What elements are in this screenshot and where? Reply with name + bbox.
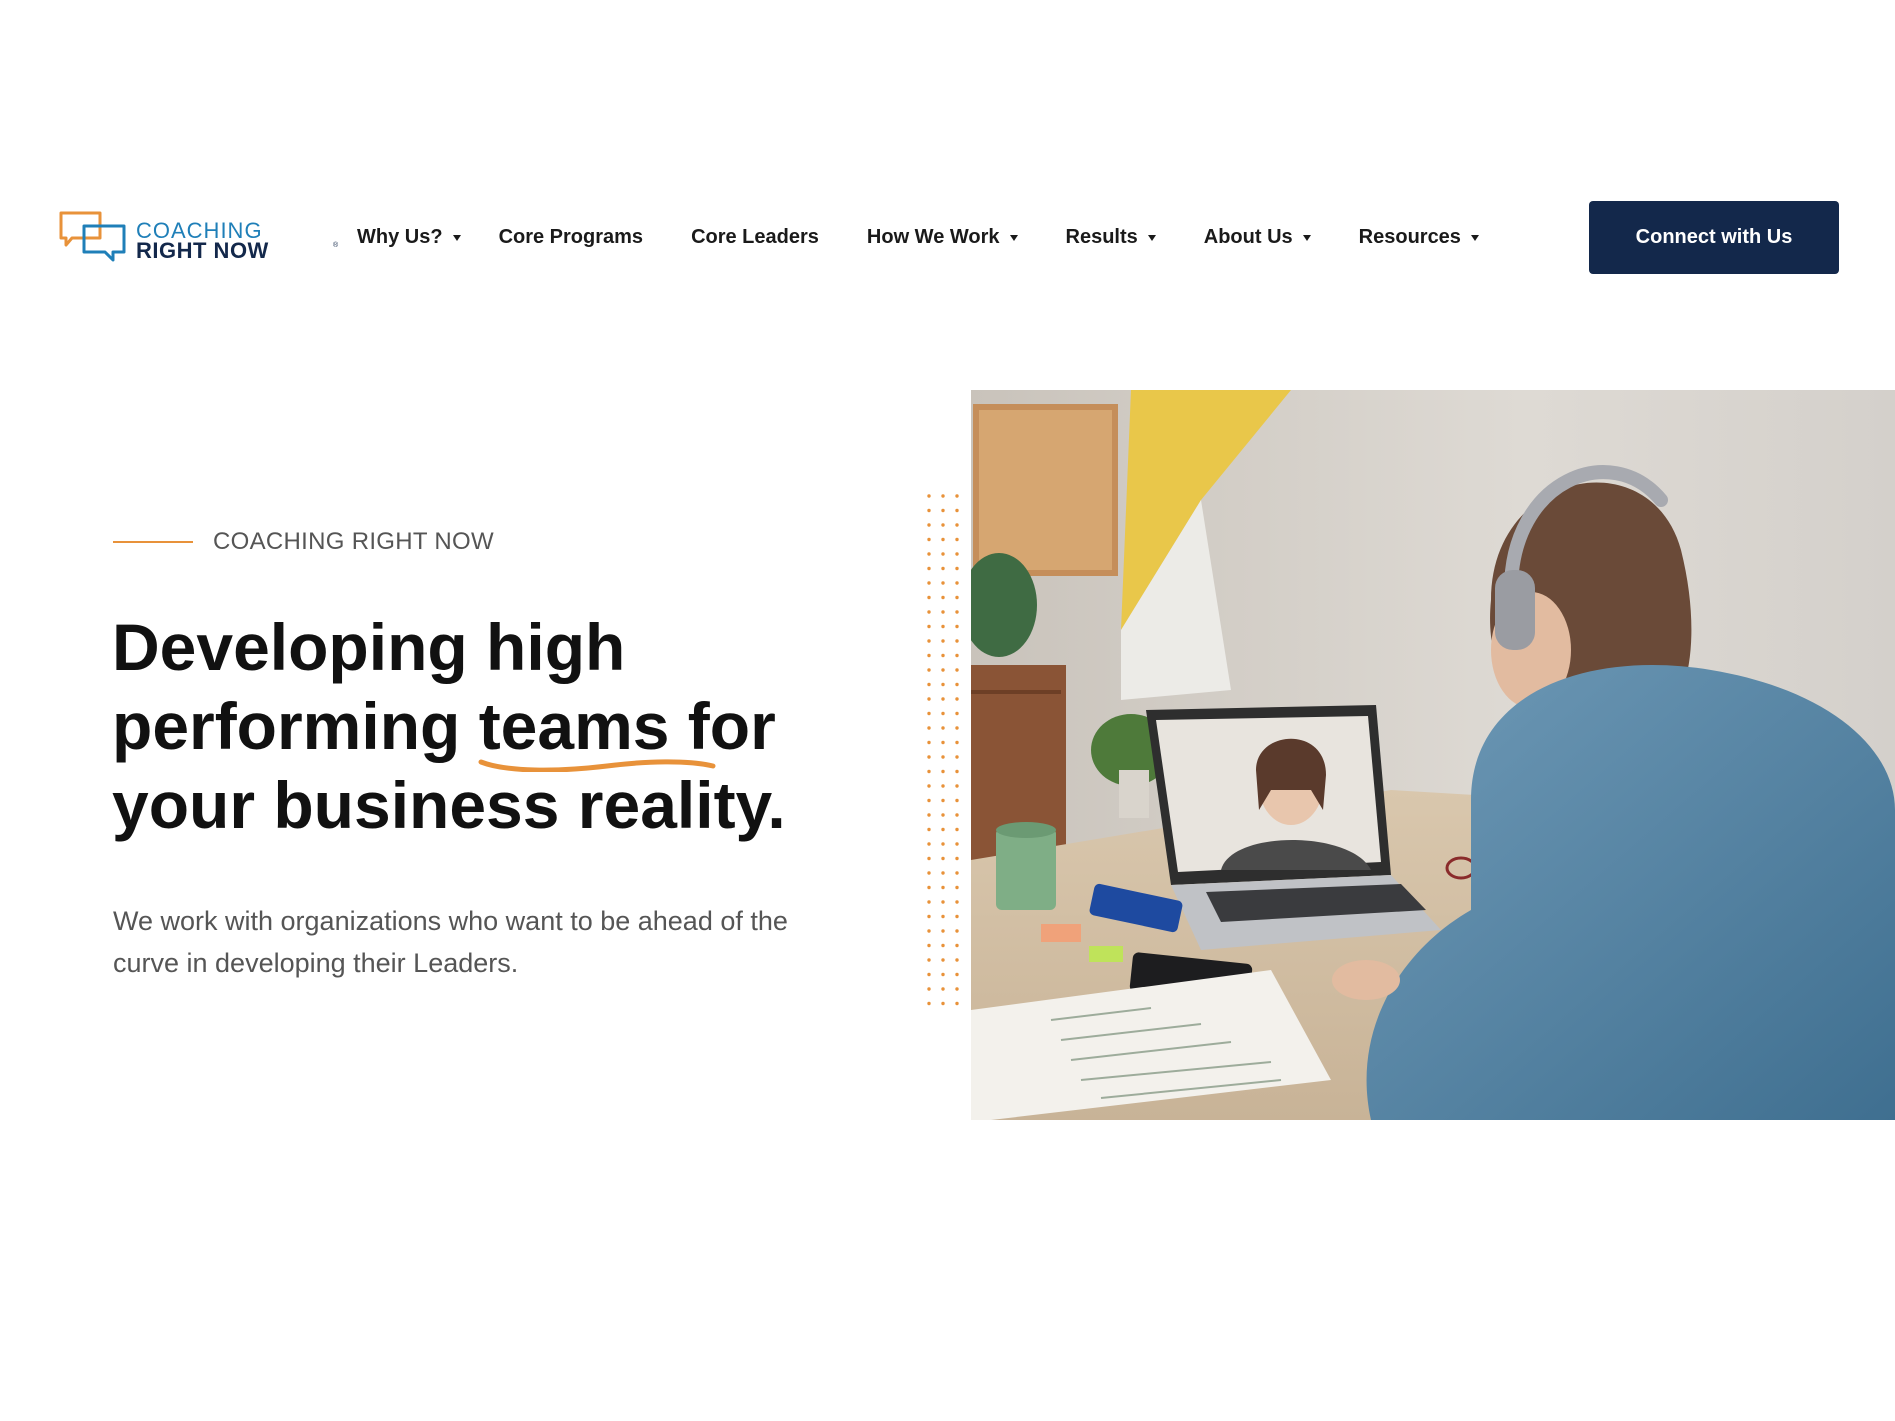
- logo-text-line2: RIGHT NOW: [136, 238, 269, 263]
- nav-item-about-us[interactable]: About Us: [1204, 226, 1311, 249]
- nav-item-how-we-work[interactable]: How We Work: [867, 226, 1018, 249]
- nav-item-label: Results: [1065, 226, 1138, 248]
- nav-item-label: How We Work: [866, 226, 1000, 248]
- hero-photo: [971, 390, 1895, 1120]
- caret-down-icon: [1470, 234, 1479, 241]
- eyebrow-divider: [113, 541, 193, 543]
- nav-item-why-us[interactable]: Why Us?: [357, 226, 461, 249]
- nav-item-label: Why Us?: [357, 226, 443, 248]
- nav-item-results[interactable]: Results: [1066, 226, 1156, 249]
- nav-item-label: Resources: [1358, 226, 1461, 248]
- nav-item-core-leaders[interactable]: Core Leaders: [691, 226, 819, 249]
- hero-headline: Developing high performing teams for you…: [112, 608, 872, 845]
- connect-with-us-button[interactable]: Connect with Us: [1589, 201, 1839, 274]
- main-nav: Why Us? Core Programs Core Leaders How W…: [357, 200, 1479, 275]
- nav-item-resources[interactable]: Resources: [1359, 226, 1479, 249]
- dot-grid-decoration: [927, 494, 959, 1006]
- caret-down-icon: [452, 234, 461, 241]
- nav-item-label: About Us: [1203, 226, 1293, 248]
- caret-down-icon: [1302, 234, 1311, 241]
- hero-eyebrow: COACHING RIGHT NOW: [213, 528, 494, 555]
- logo[interactable]: COACHING RIGHT NOW ®: [58, 210, 338, 268]
- registered-mark: ®: [333, 242, 339, 249]
- underline-swoosh-icon: [478, 759, 716, 772]
- caret-down-icon: [1009, 234, 1018, 241]
- hero-subtext: We work with organizations who want to b…: [113, 906, 788, 978]
- nav-item-core-programs[interactable]: Core Programs: [499, 226, 644, 249]
- caret-down-icon: [1147, 234, 1156, 241]
- nav-item-label: Core Leaders: [691, 226, 819, 248]
- headline-highlight: teams: [478, 687, 716, 772]
- site-header: COACHING RIGHT NOW ® Why Us? Core Progra…: [0, 200, 1895, 275]
- nav-item-label: Core Programs: [498, 226, 644, 248]
- speech-bubbles-icon: [59, 211, 126, 262]
